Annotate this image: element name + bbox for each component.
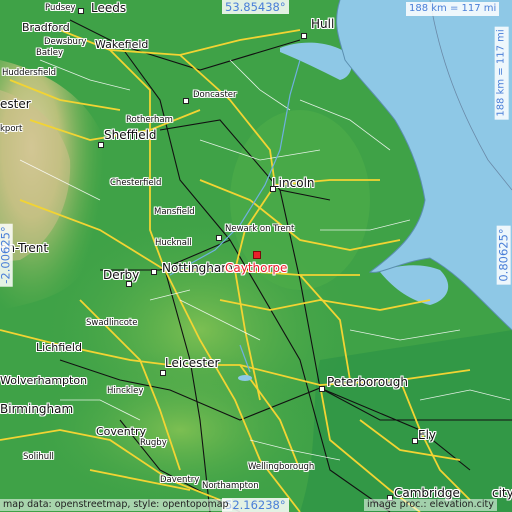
city-label-rugby[interactable]: Rugby [140, 438, 167, 448]
city-marker-leeds [78, 8, 84, 14]
elevation-map[interactable]: Pudsey Leeds Bradford Dewsbury Batley Wa… [0, 0, 512, 512]
city-label-derby[interactable]: Derby [103, 268, 139, 282]
city-marker-lincoln [270, 186, 276, 192]
right-longitude-label: 0.80625° [496, 225, 511, 285]
credit-image-processing: image proc.: elevation.city [364, 499, 497, 511]
city-label-rotherham[interactable]: Rotherham [126, 115, 173, 125]
city-label-sheffield[interactable]: Sheffield [104, 128, 157, 142]
city-label-coventry[interactable]: Coventry [96, 425, 146, 438]
city-label-hinckley[interactable]: Hinckley [107, 386, 143, 396]
credit-map-data: map data: openstreetmap, style: opentopo… [0, 499, 232, 511]
city-label-newark[interactable]: Newark on Trent [225, 224, 294, 234]
city-label-city-fragment[interactable]: city [492, 486, 512, 500]
city-label-daventry[interactable]: Daventry [160, 475, 199, 485]
top-latitude-label: 53.85438° [222, 0, 289, 14]
place-label-caythorpe[interactable]: Caythorpe [225, 261, 287, 275]
scale-label-vertical: 188 km = 117 mi [494, 26, 509, 120]
city-label-wakefield[interactable]: Wakefield [95, 38, 148, 51]
city-label-lincoln[interactable]: Lincoln [272, 176, 315, 190]
city-label-stockport-fragment[interactable]: kport [0, 124, 22, 134]
scale-label-horizontal: 188 km = 117 mi [406, 2, 500, 16]
city-label-huddersfield[interactable]: Huddersfield [2, 68, 56, 78]
city-marker-nottingham [151, 269, 157, 275]
city-label-cambridge[interactable]: Cambridge [394, 486, 460, 500]
city-label-mansfield[interactable]: Mansfield [154, 207, 195, 217]
city-label-lichfield[interactable]: Lichfield [36, 341, 82, 354]
city-label-dewsbury[interactable]: Dewsbury [44, 37, 86, 47]
place-marker-caythorpe[interactable] [253, 251, 261, 259]
city-label-peterborough[interactable]: Peterborough [327, 375, 408, 389]
city-label-solihull[interactable]: Solihull [23, 452, 54, 462]
city-label-leicester[interactable]: Leicester [165, 356, 219, 370]
city-marker-hull [301, 33, 307, 39]
city-label-hucknall[interactable]: Hucknall [155, 238, 192, 248]
bottom-latitude-label: 52.16238° [222, 498, 289, 512]
rutland-water [238, 375, 252, 381]
city-label-pudsey[interactable]: Pudsey [45, 3, 75, 13]
city-marker-sheffield [98, 142, 104, 148]
city-marker-doncaster [183, 98, 189, 104]
city-label-leeds[interactable]: Leeds [91, 1, 126, 15]
city-label-birmingham[interactable]: Birmingham [0, 402, 73, 416]
city-label-batley[interactable]: Batley [36, 48, 63, 58]
city-label-swadlincote[interactable]: Swadlincote [86, 318, 138, 328]
city-marker-derby [126, 281, 132, 287]
left-longitude-label: -2.00625° [0, 223, 13, 287]
city-label-wellingborough[interactable]: Wellingborough [248, 462, 314, 472]
city-label-nottingham[interactable]: Nottingham [162, 261, 233, 275]
city-label-doncaster[interactable]: Doncaster [193, 90, 237, 100]
city-marker-newark [216, 235, 222, 241]
city-label-northampton[interactable]: Northampton [202, 481, 259, 491]
city-label-chesterfield[interactable]: Chesterfield [110, 178, 161, 188]
city-label-ely[interactable]: Ely [418, 428, 436, 442]
city-marker-ely [412, 438, 418, 444]
city-label-manchester-fragment[interactable]: ester [0, 97, 31, 111]
city-label-hull[interactable]: Hull [311, 17, 334, 31]
city-label-wolverhampton[interactable]: Wolverhampton [0, 374, 87, 387]
city-marker-peterborough [319, 386, 325, 392]
city-marker-leicester [160, 370, 166, 376]
city-label-bradford[interactable]: Bradford [22, 21, 70, 34]
